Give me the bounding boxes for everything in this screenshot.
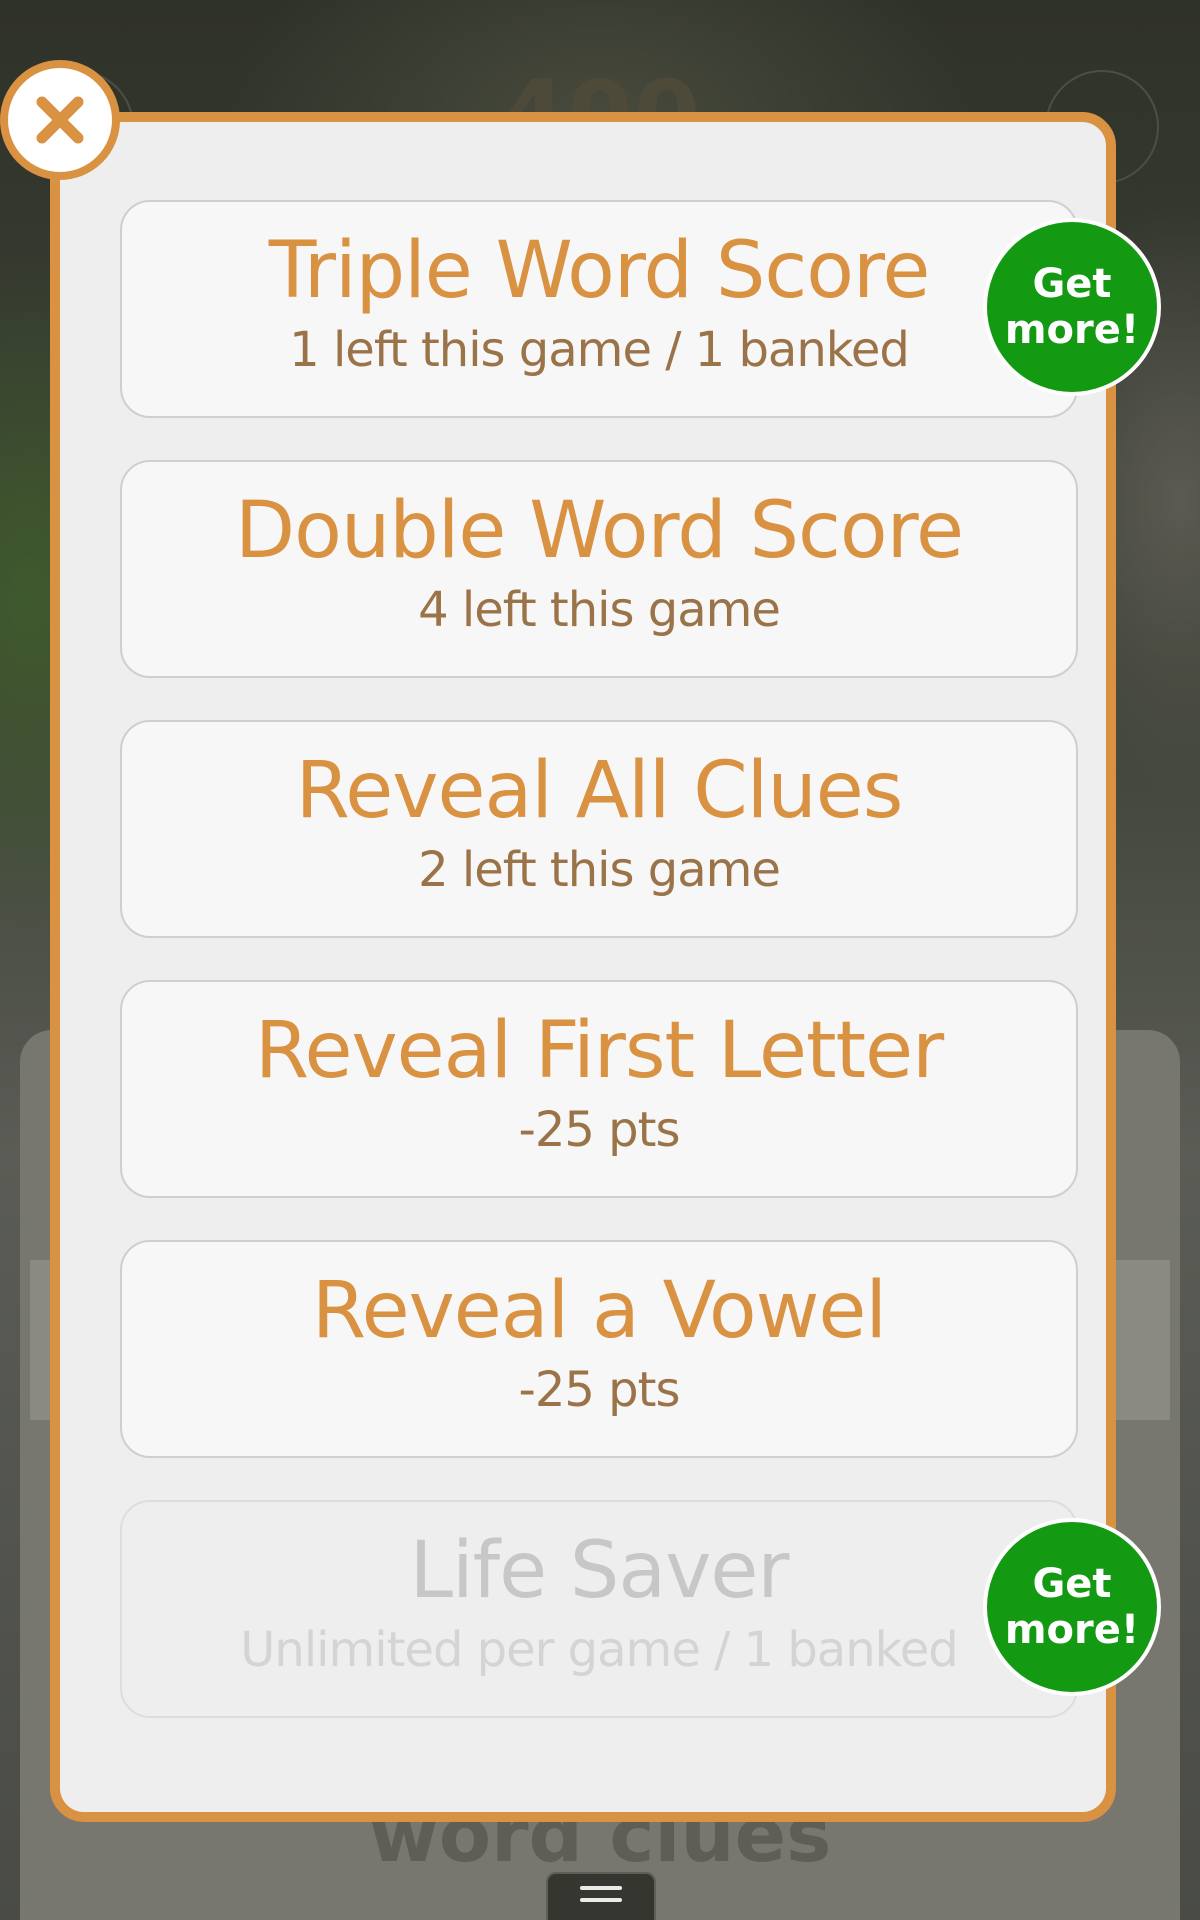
option-reveal-first-letter[interactable]: Reveal First Letter -25 pts	[120, 980, 1078, 1198]
option-title: Double Word Score	[235, 486, 964, 576]
close-icon	[36, 96, 84, 144]
option-subtitle: 1 left this game / 1 banked	[289, 322, 910, 378]
get-more-label-line1: Get	[1032, 261, 1112, 307]
option-life-saver: Life Saver Unlimited per game / 1 banked	[120, 1500, 1078, 1718]
option-subtitle: 4 left this game	[418, 582, 781, 638]
option-reveal-a-vowel[interactable]: Reveal a Vowel -25 pts	[120, 1240, 1078, 1458]
option-reveal-all-clues[interactable]: Reveal All Clues 2 left this game	[120, 720, 1078, 938]
get-more-triple-word-score-button[interactable]: Get more!	[983, 218, 1161, 396]
get-more-label-line2: more!	[1004, 307, 1140, 353]
option-title: Reveal All Clues	[295, 746, 904, 836]
option-triple-word-score[interactable]: Triple Word Score 1 left this game / 1 b…	[120, 200, 1078, 418]
get-more-label-line1: Get	[1032, 1561, 1112, 1607]
option-subtitle: 2 left this game	[418, 842, 781, 898]
get-more-label-line2: more!	[1004, 1607, 1140, 1653]
option-title: Reveal a Vowel	[311, 1266, 887, 1356]
hamburger-menu-icon[interactable]	[546, 1872, 656, 1920]
option-subtitle: -25 pts	[518, 1102, 681, 1158]
option-title: Reveal First Letter	[254, 1006, 944, 1096]
option-title: Life Saver	[409, 1526, 790, 1616]
close-button[interactable]	[0, 60, 120, 180]
option-double-word-score[interactable]: Double Word Score 4 left this game	[120, 460, 1078, 678]
option-subtitle: -25 pts	[518, 1362, 681, 1418]
option-subtitle: Unlimited per game / 1 banked	[240, 1622, 958, 1678]
option-title: Triple Word Score	[268, 226, 931, 316]
get-more-life-saver-button[interactable]: Get more!	[983, 1518, 1161, 1696]
